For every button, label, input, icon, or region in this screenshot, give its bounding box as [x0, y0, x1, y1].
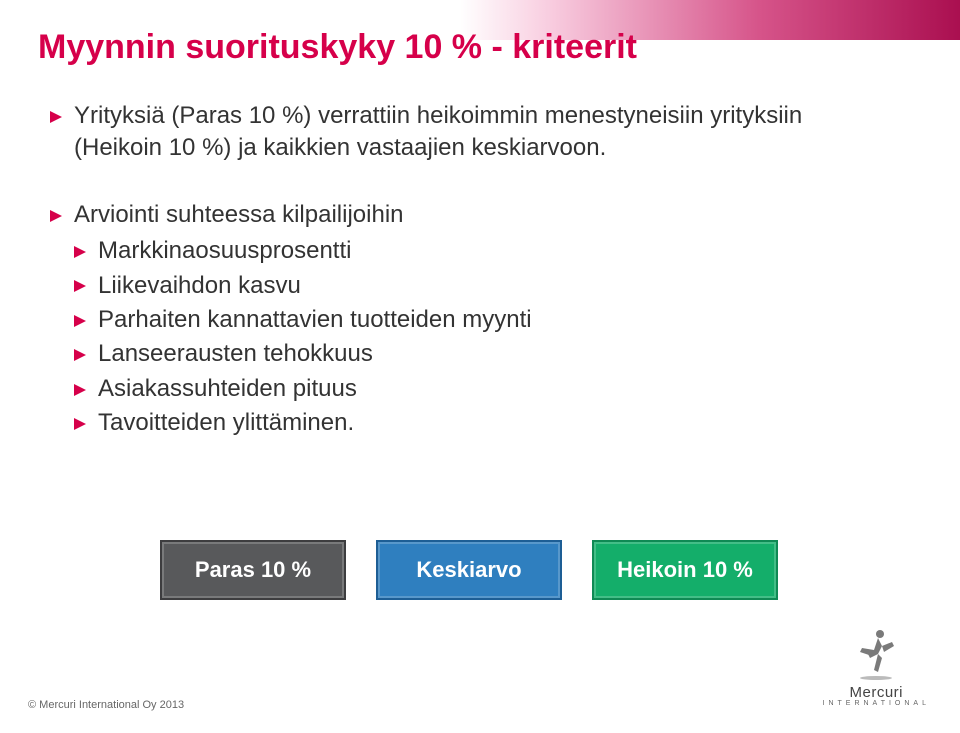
badges-row: Paras 10 % Keskiarvo Heikoin 10 % [160, 540, 778, 600]
criteria-heading-bullet: Arviointi suhteessa kilpailijoihin [50, 199, 870, 231]
badge-keskiarvo-label: Keskiarvo [416, 557, 521, 583]
triangle-right-icon [74, 418, 86, 430]
list-item: Markkinaosuusprosentti [74, 235, 870, 267]
logo-text-top: Mercuri [823, 684, 931, 701]
footer-copyright: © Mercuri International Oy 2013 [28, 699, 184, 711]
slide-content: Yrityksiä (Paras 10 %) verrattiin heikoi… [50, 100, 870, 440]
triangle-right-icon [74, 315, 86, 327]
list-item: Tavoitteiden ylittäminen. [74, 407, 870, 439]
company-logo: Mercuri INTERNATIONAL [823, 626, 931, 707]
badge-keskiarvo: Keskiarvo [376, 540, 562, 600]
triangle-right-icon [74, 384, 86, 396]
badge-heikoin-label: Heikoin 10 % [617, 557, 753, 583]
list-item: Liikevaihdon kasvu [74, 270, 870, 302]
list-item-text: Lanseerausten tehokkuus [98, 340, 373, 367]
list-item-text: Asiakassuhteiden pituus [98, 375, 357, 402]
logo-runner-figure-icon [852, 626, 900, 682]
list-item: Lanseerausten tehokkuus [74, 338, 870, 370]
criteria-section: Arviointi suhteessa kilpailijoihin Markk… [50, 199, 870, 440]
list-item-text: Markkinaosuusprosentti [98, 237, 351, 264]
list-item: Parhaiten kannattavien tuotteiden myynti [74, 304, 870, 336]
list-item-text: Tavoitteiden ylittäminen. [98, 409, 354, 436]
logo-text-bottom: INTERNATIONAL [823, 700, 931, 707]
triangle-right-icon [74, 280, 86, 292]
list-item: Asiakassuhteiden pituus [74, 373, 870, 405]
triangle-right-icon [74, 246, 86, 258]
badge-heikoin: Heikoin 10 % [592, 540, 778, 600]
intro-text: Yrityksiä (Paras 10 %) verrattiin heikoi… [74, 102, 802, 161]
criteria-heading-text: Arviointi suhteessa kilpailijoihin [74, 201, 404, 228]
badge-paras-label: Paras 10 % [195, 557, 311, 583]
slide-title: Myynnin suorituskyky 10 % - kriteerit [38, 28, 637, 67]
badge-paras: Paras 10 % [160, 540, 346, 600]
list-item-text: Parhaiten kannattavien tuotteiden myynti [98, 306, 532, 333]
triangle-right-icon [50, 111, 62, 123]
triangle-right-icon [50, 210, 62, 222]
triangle-right-icon [74, 349, 86, 361]
slide: Myynnin suorituskyky 10 % - kriteerit Yr… [0, 0, 960, 733]
intro-bullet: Yrityksiä (Paras 10 %) verrattiin heikoi… [50, 100, 870, 165]
list-item-text: Liikevaihdon kasvu [98, 272, 301, 299]
